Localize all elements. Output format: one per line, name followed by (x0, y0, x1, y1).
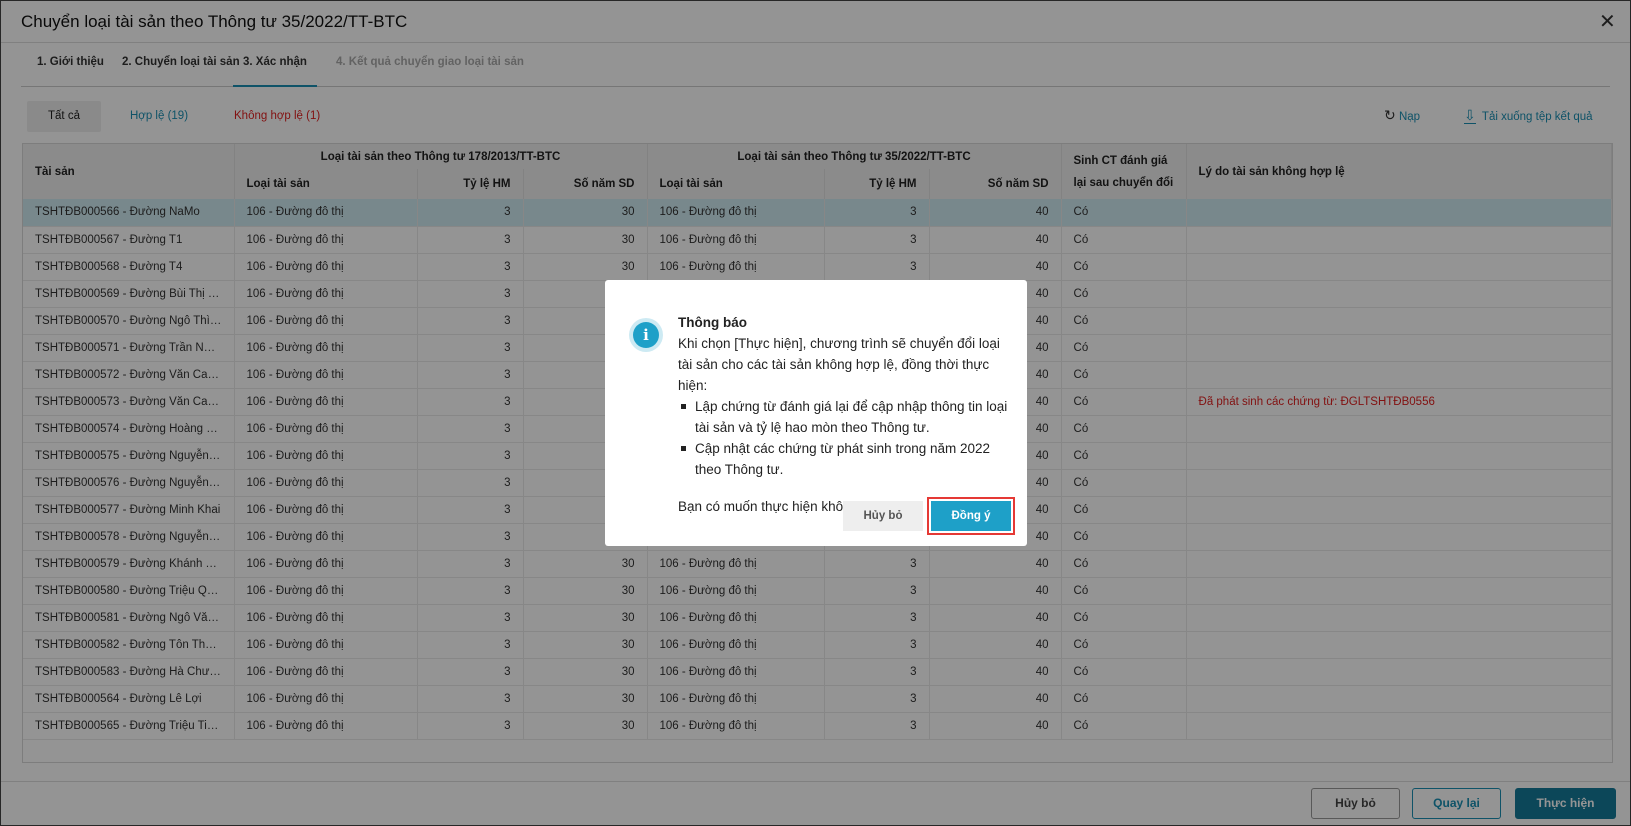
dialog-ok-button[interactable]: Đồng ý (927, 497, 1015, 535)
dialog-cancel-button[interactable]: Hủy bỏ (843, 501, 923, 531)
info-icon: i (633, 322, 659, 348)
dialog-bullet: Cập nhật các chứng từ phát sinh trong nă… (678, 438, 1008, 480)
dialog-title: Thông báo (678, 315, 747, 330)
dialog-bullet: Lập chứng từ đánh giá lại để cập nhập th… (678, 396, 1008, 438)
confirm-dialog: i Thông báo Khi chọn [Thực hiện], chương… (605, 280, 1027, 546)
dialog-intro: Khi chọn [Thực hiện], chương trình sẽ ch… (678, 336, 1000, 393)
